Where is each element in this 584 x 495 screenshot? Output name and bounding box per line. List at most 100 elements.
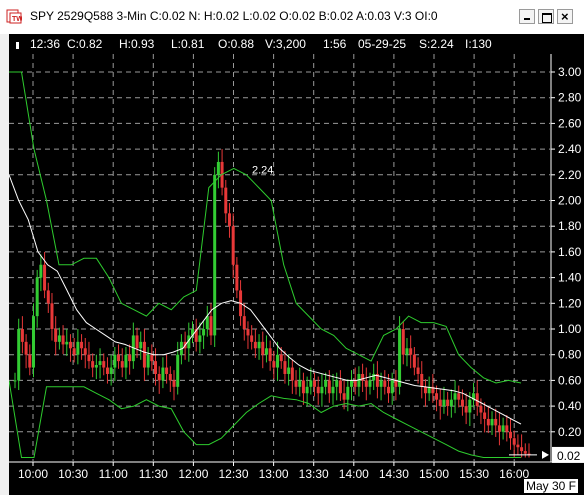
candle-body	[501, 425, 505, 432]
candle-body	[316, 386, 320, 394]
candle-body	[442, 399, 446, 407]
max-marker-label: 2.24	[252, 165, 273, 177]
y-tick-label: 0.60	[558, 373, 582, 387]
candle-body	[235, 264, 239, 291]
y-tick-label: 2.00	[558, 194, 582, 208]
close-button[interactable]: ×	[557, 9, 573, 24]
candle-body	[505, 425, 509, 432]
candle-body	[161, 367, 165, 381]
status-date: 05-29-25	[358, 37, 407, 51]
candle-body	[435, 393, 439, 400]
moving-average-line	[9, 174, 522, 425]
candle-body	[46, 290, 50, 304]
chart-window: TW SPY 2529Q588 3-Min C:0.02 N: H:0.02 L…	[0, 0, 584, 495]
candle-body	[253, 341, 257, 349]
x-tick-label: 10:00	[18, 467, 48, 481]
candle-body	[83, 348, 87, 355]
candlestick-chart: 3.00 2.80 2.60 2.40 2.20 2.00 1.80 1.60 1.40 1.20…	[9, 54, 584, 481]
candle-body	[31, 316, 35, 368]
candle-body	[497, 425, 501, 432]
candle-body	[246, 329, 250, 336]
candle-body	[346, 386, 350, 400]
candle-body	[290, 367, 294, 381]
candle-body	[457, 393, 461, 400]
candle-body	[150, 354, 154, 362]
x-tick-label: 13:00	[259, 467, 289, 481]
y-tick-label: 1.20	[558, 296, 582, 310]
candle-body	[279, 354, 283, 362]
candle-body	[142, 341, 146, 368]
candle-body	[128, 354, 132, 362]
candle-body	[39, 264, 43, 278]
candle-body	[338, 380, 342, 394]
candle-body	[72, 348, 76, 355]
candle-body	[168, 373, 172, 381]
candle-body	[113, 354, 117, 368]
candle-body	[68, 341, 72, 349]
candle-body	[257, 341, 261, 349]
y-tick-label: 3.00	[558, 65, 582, 79]
y-tick-label: 0.40	[558, 399, 582, 413]
candle-body	[331, 386, 335, 394]
candle-body	[261, 341, 265, 355]
last-price-arrow-icon	[542, 450, 549, 459]
candle-body	[57, 335, 61, 342]
x-tick-label: 12:00	[178, 467, 208, 481]
candle-body	[516, 444, 520, 448]
candle-body	[416, 367, 420, 374]
candle-body	[394, 380, 398, 387]
candle-body	[216, 161, 220, 175]
candle-body	[80, 341, 84, 349]
candle-body	[283, 361, 287, 374]
candle-body	[28, 354, 32, 368]
candle-body	[76, 341, 80, 355]
x-tick-label: 10:30	[58, 467, 88, 481]
candle-body	[372, 373, 376, 381]
candle-body	[213, 174, 217, 336]
y-tick-label: 2.40	[558, 142, 582, 156]
candle-body	[146, 354, 150, 368]
candle-body	[449, 399, 453, 407]
candle-body	[165, 367, 169, 374]
y-tick-label: 0.80	[558, 348, 582, 362]
candle-body	[479, 406, 483, 413]
candle-body	[202, 329, 206, 336]
candle-body	[105, 367, 109, 374]
candle-body	[124, 354, 128, 368]
minimize-button[interactable]	[519, 9, 535, 24]
candle-body	[486, 418, 490, 426]
status-close: C:0.82	[67, 37, 103, 51]
candle-body	[91, 361, 95, 368]
y-tick-label: 2.80	[558, 91, 582, 105]
candle-body	[324, 380, 328, 387]
status-volume: V:3,200	[265, 37, 306, 51]
candle-body	[350, 380, 354, 387]
x-tick-label: 11:00	[99, 467, 128, 481]
status-time: 12:36	[30, 37, 61, 51]
candle-body	[305, 386, 309, 394]
candle-body	[490, 418, 494, 426]
date-footer: May 30 F	[523, 479, 578, 493]
candle-body	[242, 316, 246, 329]
close-icon: ×	[561, 9, 569, 24]
maximize-button[interactable]	[538, 9, 554, 24]
candle-body	[43, 264, 47, 291]
status-duration: 1:56	[323, 37, 347, 51]
pin-icon[interactable]	[16, 42, 19, 49]
y-tick-label: 0.20	[558, 425, 582, 439]
candle-body	[390, 380, 394, 394]
candle-body	[65, 341, 69, 345]
candle-body	[157, 373, 161, 381]
candle-body	[301, 380, 305, 394]
status-i: I:130	[465, 37, 492, 51]
chart-area[interactable]: 3.00 2.80 2.60 2.40 2.20 2.00 1.80 1.60 1.40 1.20…	[9, 34, 584, 495]
upper-band-line	[9, 71, 522, 384]
y-tick-label: 1.60	[558, 245, 582, 259]
candle-body	[17, 329, 21, 381]
candle-body	[320, 386, 324, 394]
candle-body	[109, 367, 113, 374]
candle-body	[54, 329, 58, 342]
candle-body	[264, 348, 268, 355]
candle-body	[423, 386, 427, 394]
candle-body	[287, 367, 291, 374]
